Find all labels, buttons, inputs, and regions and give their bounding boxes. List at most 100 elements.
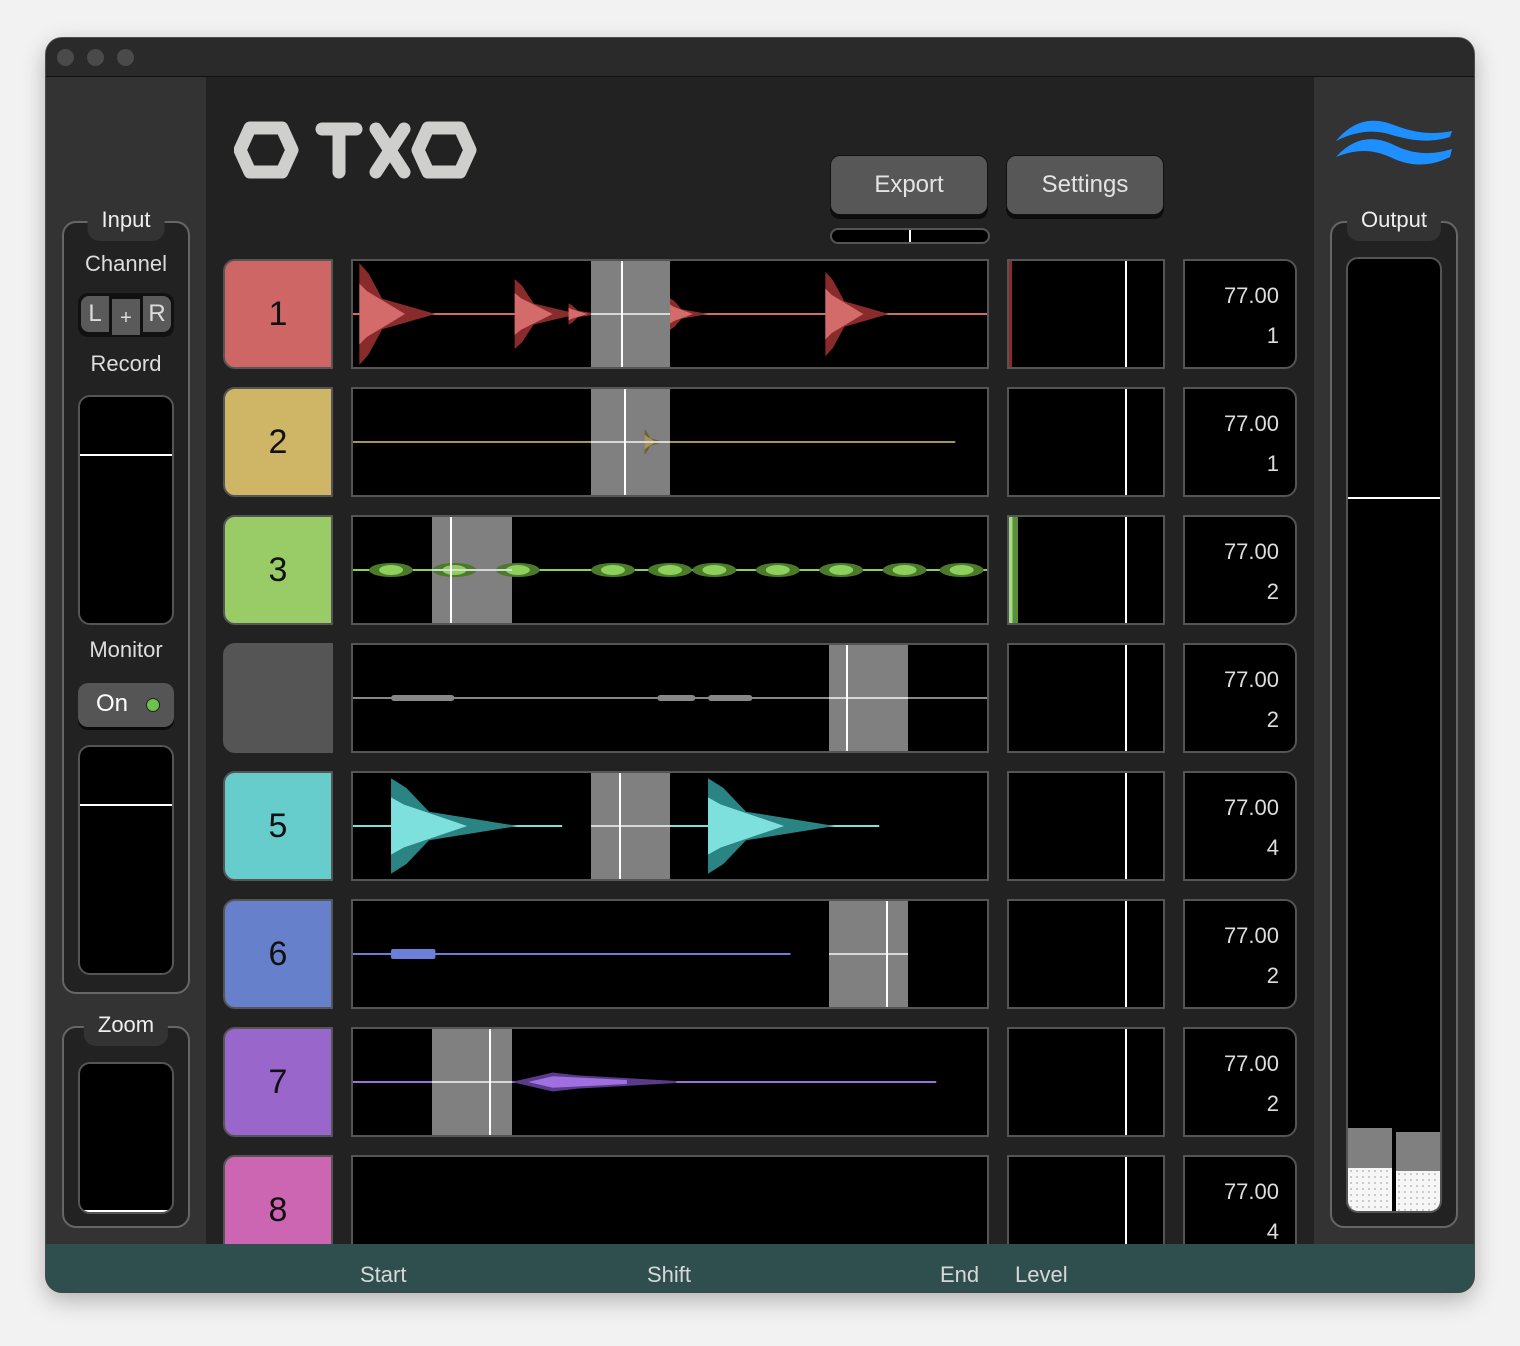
track-waveform[interactable]: [351, 899, 989, 1009]
track-waveform[interactable]: [351, 643, 989, 753]
track-playhead[interactable]: [450, 517, 452, 623]
track-subvalue: 2: [1266, 707, 1279, 732]
track-waveform[interactable]: [351, 259, 989, 369]
track-pad[interactable]: [223, 643, 333, 753]
waveform-burst: [391, 695, 455, 701]
track-subvalue: 2: [1266, 963, 1279, 988]
track-threshold-line[interactable]: [1124, 1029, 1127, 1135]
track-level-meter[interactable]: [1007, 259, 1165, 369]
track-subvalue: 2: [1266, 579, 1279, 604]
track-playhead[interactable]: [845, 645, 848, 751]
track-row: 2 77.00 1: [223, 387, 1297, 497]
track-threshold-line[interactable]: [1124, 261, 1127, 367]
close-window-button[interactable]: [57, 49, 74, 66]
waveform-burst-core: [829, 565, 854, 575]
track-value: 77.00: [1223, 923, 1279, 948]
track-value: 77.00: [1223, 667, 1279, 692]
waveform-burst-core: [658, 565, 682, 575]
track-level-meter[interactable]: [1007, 899, 1165, 1009]
zoom-slider[interactable]: [78, 1062, 174, 1214]
global-slider-thumb[interactable]: [909, 230, 911, 242]
waveform-transient-core: [359, 283, 405, 345]
track-waveform[interactable]: [351, 1027, 989, 1137]
track-pad[interactable]: 6: [223, 899, 333, 1009]
waveform-burst: [657, 695, 696, 701]
record-level-slider[interactable]: [78, 395, 174, 625]
track-row: 1 77.00 1: [223, 259, 1297, 369]
track-pad[interactable]: 3: [223, 515, 333, 625]
zoom-window-button[interactable]: [117, 49, 134, 66]
main-area: Export Settings 1 77.00 1 2 77.00 1 3 77…: [206, 77, 1314, 1265]
waveform-burst-core: [379, 565, 404, 575]
wave-brand-icon: [1336, 120, 1452, 165]
track-threshold-line[interactable]: [1124, 773, 1127, 879]
selection-baseline-highlight: [828, 953, 908, 955]
monitor-button-label: On: [96, 690, 129, 717]
global-position-slider[interactable]: [830, 228, 990, 244]
track-level-meter[interactable]: [1007, 515, 1165, 625]
waveform-transient-core: [568, 307, 588, 321]
channel-sum-option[interactable]: +: [112, 299, 140, 335]
output-meter[interactable]: [1346, 257, 1442, 1213]
output-level-right: [1396, 259, 1440, 1211]
track-values[interactable]: 77.00 2: [1183, 515, 1297, 625]
zoom-group-title: Zoom: [83, 1008, 169, 1046]
track-values[interactable]: 77.00 2: [1183, 899, 1297, 1009]
track-values[interactable]: 77.00 1: [1183, 387, 1297, 497]
track-playhead[interactable]: [619, 773, 622, 879]
otxo-logo: [233, 121, 479, 183]
track-value: 77.00: [1223, 411, 1279, 436]
track-waveform[interactable]: [351, 515, 989, 625]
record-label: Record: [90, 351, 162, 376]
otxo-logo-icon: [233, 121, 477, 179]
export-button[interactable]: Export: [830, 155, 988, 215]
track-level-meter[interactable]: [1007, 771, 1165, 881]
monitor-level-slider[interactable]: [78, 745, 174, 975]
settings-button[interactable]: Settings: [1006, 155, 1164, 215]
minimize-window-button[interactable]: [87, 49, 104, 66]
track-playhead[interactable]: [623, 389, 626, 495]
track-pad[interactable]: 7: [223, 1027, 333, 1137]
track-values[interactable]: 77.00 2: [1183, 643, 1297, 753]
channel-left-option[interactable]: L: [81, 296, 109, 332]
output-group-title: Output: [1346, 203, 1442, 241]
waveform-transient-core: [391, 797, 468, 855]
waveform-transient-core: [708, 797, 785, 855]
app-window: Input Channel L + R Record Monitor On Zo…: [46, 38, 1474, 1292]
track-threshold-line[interactable]: [1124, 901, 1127, 1007]
track-level-meter[interactable]: [1007, 643, 1165, 753]
track-pad[interactable]: 5: [223, 771, 333, 881]
waveform-transient-core: [670, 304, 693, 324]
track-level-meter[interactable]: [1007, 1027, 1165, 1137]
selection-baseline-highlight: [432, 569, 512, 571]
track-playhead[interactable]: [885, 901, 888, 1007]
waveform-burst-core: [892, 565, 917, 575]
track-value: 77.00: [1223, 539, 1279, 564]
track-playhead[interactable]: [489, 1029, 492, 1135]
track-playhead[interactable]: [620, 261, 623, 367]
track-threshold-line[interactable]: [1124, 645, 1127, 751]
track-waveform[interactable]: [351, 771, 989, 881]
track-pad[interactable]: 1: [223, 259, 333, 369]
track-value: 77.00: [1223, 1179, 1279, 1204]
footer-label-start: Start: [360, 1262, 407, 1287]
track-threshold-line[interactable]: [1124, 389, 1127, 495]
footer-label-shift: Shift: [647, 1262, 692, 1287]
track-row: 77.00 2: [223, 643, 1297, 753]
track-subvalue: 2: [1266, 1091, 1279, 1116]
track-values[interactable]: 77.00 4: [1183, 771, 1297, 881]
waveform-burst: [391, 949, 436, 959]
channel-right-option[interactable]: R: [143, 296, 171, 332]
output-peak-left: [1348, 1128, 1392, 1169]
track-subvalue: 4: [1266, 835, 1279, 860]
track-waveform[interactable]: [351, 387, 989, 497]
track-level-meter[interactable]: [1007, 387, 1165, 497]
track-values[interactable]: 77.00 1: [1183, 259, 1297, 369]
monitor-toggle-button[interactable]: On: [78, 683, 174, 727]
track-values[interactable]: 77.00 2: [1183, 1027, 1297, 1137]
monitor-label: Monitor: [89, 637, 163, 662]
track-threshold-line[interactable]: [1124, 517, 1127, 623]
output-level-left: [1348, 259, 1392, 1211]
track-pad[interactable]: 2: [223, 387, 333, 497]
channel-label: Channel: [85, 251, 167, 276]
